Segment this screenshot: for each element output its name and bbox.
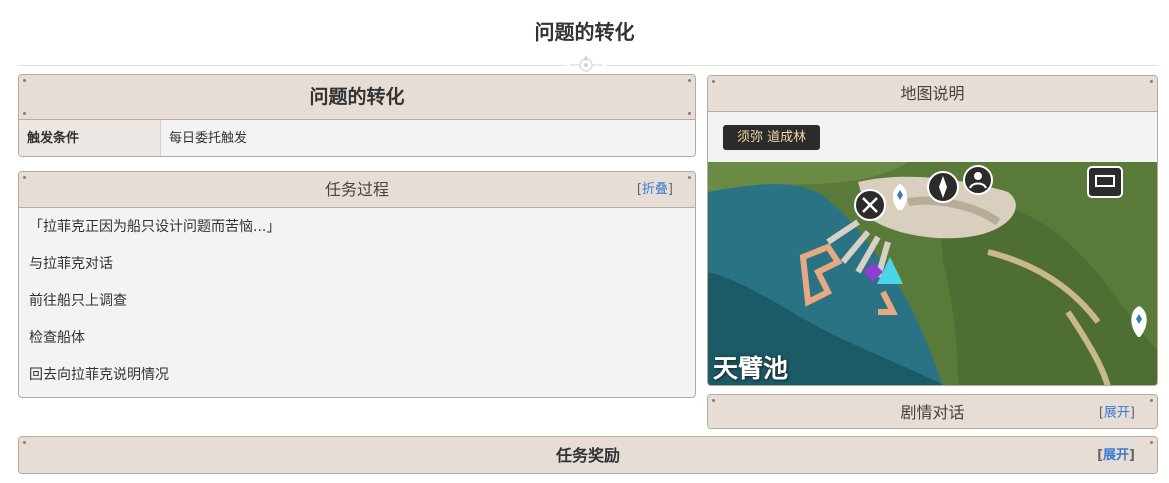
quest-process-panel: 任务过程 [折叠] 「拉菲克正因为船只设计问题而苦恼...」 与拉菲克对话 前往…	[18, 171, 696, 398]
corner-ornament-icon	[1150, 441, 1153, 444]
quest-process-header: 任务过程 [折叠]	[19, 172, 695, 208]
dialogue-title: 剧情对话	[900, 403, 965, 422]
list-item: 检查船体	[29, 330, 85, 346]
list-item: 与拉菲克对话	[29, 256, 113, 272]
corner-ornament-icon	[23, 79, 26, 82]
corner-ornament-icon	[712, 399, 715, 402]
expand-toggle: [展开]	[1099, 395, 1135, 428]
corner-ornament-icon	[688, 176, 691, 179]
corner-ornament-icon	[23, 441, 26, 444]
corner-ornament-icon	[688, 79, 691, 82]
info-key: 触发条件	[19, 120, 161, 156]
quest-info-header: 问题的转化	[19, 75, 695, 120]
map-panel: 地图说明 须弥 道成林 天臂池	[707, 75, 1158, 386]
step-list: 「拉菲克正因为船只设计问题而苦恼...」 与拉菲克对话 前往船只上调查 检查船体…	[19, 208, 695, 397]
map-title: 地图说明	[900, 84, 965, 103]
info-row-trigger: 触发条件 每日委托触发	[19, 120, 695, 156]
map-shop-icon	[927, 171, 959, 203]
corner-ornament-icon	[23, 112, 26, 115]
map-teleport-icon	[854, 189, 886, 221]
map-view[interactable]: 天臂池	[708, 162, 1157, 385]
list-item: 前往船只上调查	[29, 293, 127, 309]
quest-info-panel: 问题的转化 触发条件 每日委托触发	[18, 74, 696, 157]
quest-info-title: 问题的转化	[309, 86, 405, 108]
toggle-bracket: ]	[1129, 448, 1135, 463]
map-location-label: 天臂池	[713, 354, 789, 383]
expand-link[interactable]: 展开	[1104, 405, 1130, 420]
expand-toggle: [展开]	[1097, 437, 1135, 473]
reward-panel: 任务奖励 [展开]	[18, 436, 1158, 474]
quest-process-title: 任务过程	[324, 180, 389, 199]
list-item: 回去向拉菲克说明情况	[29, 367, 169, 383]
ornament-icon	[566, 52, 606, 76]
reward-header: 任务奖励 [展开]	[19, 437, 1157, 473]
map-tab-region[interactable]: 须弥 道成林	[723, 125, 821, 150]
dialogue-panel: 剧情对话 [展开]	[707, 394, 1158, 429]
list-item: 「拉菲克正因为船只设计问题而苦恼...」	[29, 219, 281, 235]
corner-ornament-icon	[712, 80, 715, 83]
map-chest-icon	[1087, 166, 1123, 198]
collapse-link[interactable]: 折叠	[642, 182, 668, 197]
expand-link[interactable]: 展开	[1103, 448, 1129, 463]
dialogue-header: 剧情对话 [展开]	[708, 395, 1157, 428]
corner-ornament-icon	[23, 176, 26, 179]
reward-title: 任务奖励	[555, 446, 620, 465]
toggle-bracket: ]	[667, 181, 673, 197]
info-value: 每日委托触发	[169, 131, 248, 146]
map-header: 地图说明	[708, 76, 1157, 112]
corner-ornament-icon	[1150, 399, 1153, 402]
collapse-toggle: [折叠]	[637, 172, 673, 208]
corner-ornament-icon	[1150, 80, 1153, 83]
page-title: 问题的转化	[534, 20, 635, 44]
map-npc-icon	[963, 165, 993, 195]
toggle-bracket: ]	[1129, 405, 1135, 420]
map-tabs: 须弥 道成林	[708, 112, 1157, 162]
corner-ornament-icon	[688, 112, 691, 115]
